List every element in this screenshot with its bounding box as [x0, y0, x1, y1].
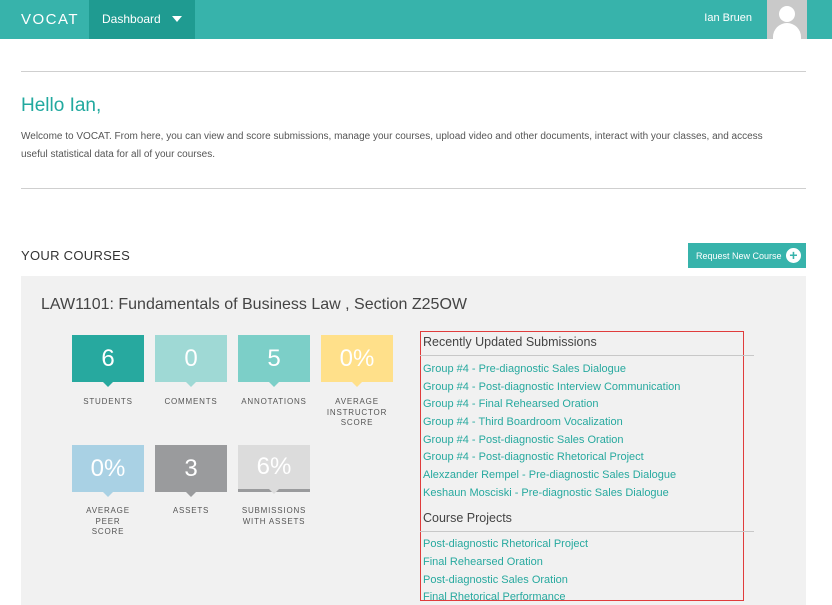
welcome-text: Welcome to VOCAT. From here, you can vie… [21, 131, 763, 160]
plus-icon: + [786, 248, 801, 263]
top-navigation-bar: VOCAT Dashboard Ian Bruen [0, 0, 832, 39]
comments-label: COMMENTS [164, 397, 218, 406]
dashboard-label: Dashboard [102, 12, 161, 26]
assets-label: ASSETS [172, 506, 210, 515]
submission-link[interactable]: Group #4 - Third Boardroom Vocalization [423, 416, 623, 428]
divider [21, 71, 806, 72]
user-avatar-icon[interactable] [767, 0, 807, 39]
divider [420, 355, 754, 356]
students-stat: 6 [72, 335, 144, 387]
submission-link[interactable]: Group #4 - Post-diagnostic Rhetorical Pr… [423, 451, 644, 463]
avatar-body [773, 23, 801, 39]
submissions-with-assets-stat: 6% [238, 445, 310, 494]
greeting-title: Hello Ian, [21, 95, 102, 116]
submission-link[interactable]: Group #4 - Post-diagnostic Interview Com… [423, 381, 680, 393]
recent-submissions-heading: Recently Updated Submissions [423, 335, 597, 349]
annotations-stat: 5 [238, 335, 310, 387]
annotations-label: ANNOTATIONS [241, 397, 307, 406]
project-link[interactable]: Final Rhetorical Performance [423, 591, 565, 603]
submission-link[interactable]: Group #4 - Post-diagnostic Sales Oration [423, 434, 624, 446]
request-new-course-label: Request New Course [696, 251, 782, 261]
submission-link[interactable]: Keshaun Mosciski - Pre-diagnostic Sales … [423, 487, 669, 499]
submissions-with-assets-label: SUBMISSIONS WITH ASSETS [241, 506, 307, 526]
divider [420, 531, 754, 532]
caret-down-icon [172, 16, 182, 22]
course-title[interactable]: LAW1101: Fundamentals of Business Law , … [41, 296, 467, 314]
average-peer-score-label: AVERAGE PEER SCORE [86, 506, 130, 536]
divider [21, 188, 806, 189]
comments-stat: 0 [155, 335, 227, 387]
students-label: STUDENTS [83, 397, 133, 406]
submission-link[interactable]: Group #4 - Pre-diagnostic Sales Dialogue [423, 363, 626, 375]
submission-link[interactable]: Group #4 - Final Rehearsed Oration [423, 398, 598, 410]
course-projects-heading: Course Projects [423, 511, 512, 525]
avatar-head [779, 6, 795, 22]
vocat-logo[interactable]: VOCAT [21, 11, 79, 28]
average-instructor-score-stat: 0% [321, 335, 393, 387]
project-link[interactable]: Post-diagnostic Sales Oration [423, 574, 568, 586]
request-new-course-button[interactable]: Request New Course + [688, 243, 806, 268]
dashboard-dropdown[interactable]: Dashboard [89, 0, 195, 39]
project-link[interactable]: Post-diagnostic Rhetorical Project [423, 538, 588, 550]
project-link[interactable]: Final Rehearsed Oration [423, 556, 543, 568]
user-name[interactable]: Ian Bruen [704, 12, 752, 24]
average-peer-score-stat: 0% [72, 445, 144, 497]
your-courses-heading: YOUR COURSES [21, 248, 131, 263]
submission-link[interactable]: Alexzander Rempel - Pre-diagnostic Sales… [423, 469, 676, 481]
assets-stat: 3 [155, 445, 227, 497]
average-instructor-score-label: AVERAGE INSTRUCTOR SCORE [326, 397, 388, 427]
